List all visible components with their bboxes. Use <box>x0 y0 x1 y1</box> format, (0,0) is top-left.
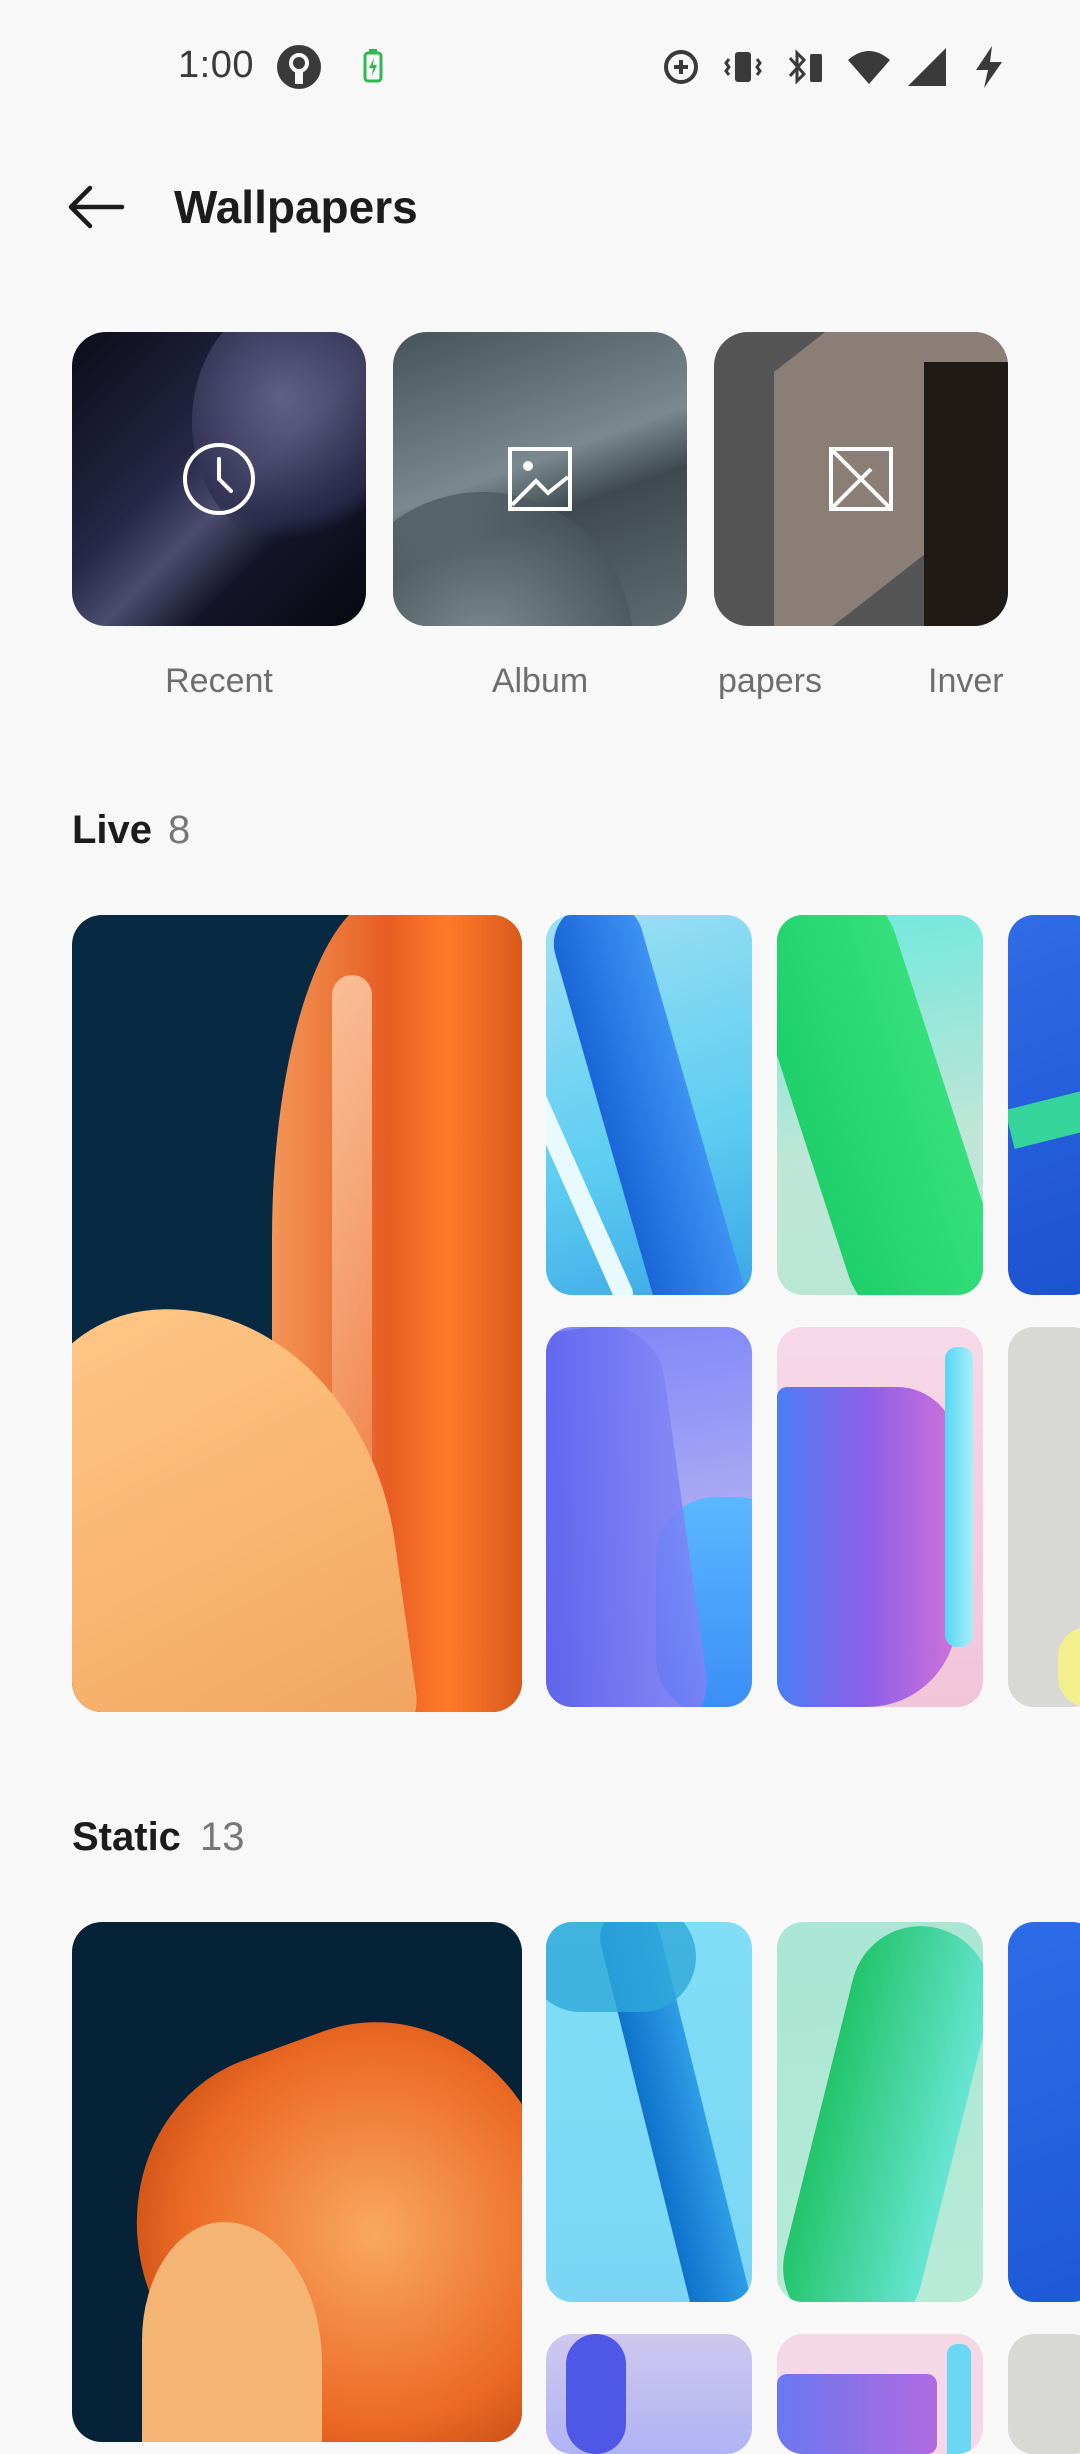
live-wallpaper-thumb[interactable] <box>72 915 522 1712</box>
category-album-label: Album <box>491 662 589 700</box>
section-static-title: Static <box>72 1815 181 1859</box>
static-wallpaper-thumb[interactable] <box>1008 1922 1080 2302</box>
live-wallpaper-thumb[interactable] <box>777 1327 983 1707</box>
category-inverted-label: Inver <box>928 662 1004 700</box>
live-wallpaper-thumb[interactable] <box>1008 915 1080 1295</box>
live-wallpaper-thumb[interactable] <box>546 1327 752 1707</box>
section-live-title: Live <box>72 808 153 852</box>
image-icon <box>508 447 572 511</box>
wallpaper-icon <box>829 447 893 511</box>
category-wallpapers-label: papers <box>718 662 822 700</box>
category-recent-tile[interactable] <box>72 332 366 626</box>
live-wallpaper-thumb[interactable] <box>777 915 983 1295</box>
live-wallpaper-thumb[interactable] <box>1008 1327 1080 1707</box>
category-wallpapers-tile[interactable] <box>714 332 1008 626</box>
data-saver-icon <box>664 50 698 84</box>
static-wallpaper-thumb[interactable] <box>72 1922 522 2442</box>
wifi-icon <box>848 51 890 84</box>
category-recent-label: Recent <box>165 662 273 700</box>
vpn-key-icon <box>277 45 321 89</box>
category-album-tile[interactable] <box>393 332 687 626</box>
clock-icon <box>183 443 255 515</box>
section-live-count: 8 <box>168 808 191 852</box>
static-wallpaper-thumb[interactable] <box>777 1922 983 2302</box>
static-wallpaper-thumb[interactable] <box>546 2334 752 2454</box>
arrow-left-icon[interactable] <box>66 182 126 232</box>
page-title: Wallpapers <box>174 181 418 233</box>
static-wallpaper-thumb[interactable] <box>1008 2334 1080 2454</box>
live-wallpaper-thumb[interactable] <box>546 915 752 1295</box>
static-wallpaper-thumb[interactable] <box>777 2334 983 2454</box>
charging-icon <box>976 46 1002 88</box>
vibrate-icon <box>724 52 762 82</box>
signal-icon <box>908 48 946 86</box>
status-time: 1:00 <box>178 44 254 86</box>
section-static-count: 13 <box>200 1815 245 1859</box>
static-wallpaper-thumb[interactable] <box>546 1922 752 2302</box>
battery-saver-icon <box>363 49 383 83</box>
bluetooth-battery-icon <box>788 49 822 85</box>
